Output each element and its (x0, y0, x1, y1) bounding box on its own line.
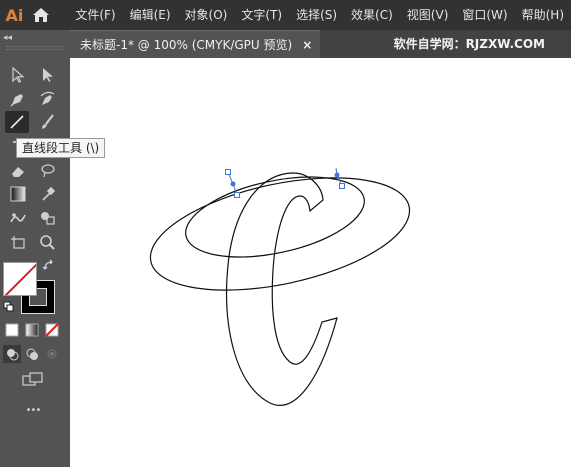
fill-swatch[interactable] (3, 262, 37, 296)
anchor-point-right-mid (334, 172, 340, 178)
direct-selection-tool[interactable] (36, 64, 60, 86)
main-menu: 文件(F) 编辑(E) 对象(O) 文字(T) 选择(S) 效果(C) 视图(V… (68, 0, 571, 30)
curvature-tool[interactable] (36, 88, 60, 110)
artboard-tool[interactable] (6, 231, 30, 253)
zoom-tool[interactable] (36, 231, 60, 253)
gradient-mode-button[interactable] (23, 321, 41, 339)
menu-select[interactable]: 选择(S) (289, 0, 344, 30)
menu-bar: Ai 文件(F) 编辑(E) 对象(O) 文字(T) 选择(S) 效果(C) 视… (0, 0, 571, 30)
selection-tool[interactable] (6, 64, 30, 86)
home-button[interactable] (31, 3, 50, 27)
panel-grip[interactable] (6, 46, 64, 50)
draw-behind-icon (26, 348, 38, 360)
eraser-icon (12, 167, 24, 177)
edit-toolbar-button[interactable]: ••• (20, 402, 46, 418)
draw-normal-icon (7, 349, 19, 361)
app-logo: Ai (5, 5, 24, 25)
menu-view[interactable]: 视图(V) (400, 0, 456, 30)
anchor-point-left-mid (230, 181, 236, 187)
color-mode-button[interactable] (3, 321, 21, 339)
menu-effect[interactable]: 效果(C) (344, 0, 400, 30)
menu-help[interactable]: 帮助(H) (515, 0, 571, 30)
line-segment-icon (10, 115, 24, 129)
collapse-panel-button[interactable]: ◂◂ (0, 30, 70, 46)
eyedropper-icon (42, 186, 56, 201)
color-square-icon (5, 323, 19, 337)
document-tab-bar: 未标题-1* @ 100% (CMYK/GPU 预览) × 软件自学网：RJZX… (70, 30, 571, 58)
swap-arrows-icon (42, 259, 53, 270)
outer-ellipse-path (149, 177, 411, 291)
illustrator-window: Ai 文件(F) 编辑(E) 对象(O) 文字(T) 选择(S) 效果(C) 视… (0, 0, 571, 467)
eyedropper-tool[interactable] (36, 183, 60, 205)
screen-mode-icon (22, 372, 43, 386)
draw-behind-button[interactable] (23, 345, 41, 363)
lasso-icon (41, 164, 55, 178)
artboard-canvas[interactable] (70, 58, 571, 467)
gradient-square-icon (25, 323, 39, 337)
default-colors-icon (3, 301, 14, 312)
pen-icon (10, 94, 23, 107)
line-segment-tool[interactable] (5, 111, 29, 133)
anchor-point-right-bottom (339, 183, 345, 189)
selection-arrow-outline-icon (12, 66, 25, 83)
puppet-warp-tool[interactable] (6, 207, 30, 229)
menu-object[interactable]: 对象(O) (178, 0, 235, 30)
draw-inside-button[interactable] (43, 345, 61, 363)
swap-fill-stroke-button[interactable] (40, 257, 58, 275)
document-tab[interactable]: 未标题-1* @ 100% (CMYK/GPU 预览) × (70, 30, 321, 58)
close-tab-button[interactable]: × (302, 38, 312, 52)
eraser-tool[interactable] (6, 160, 30, 182)
anchor-point-left-bottom (234, 192, 240, 198)
watermark-text: 软件自学网：RJZXW.COM (393, 37, 545, 51)
none-fill-icon (4, 263, 36, 295)
lasso-tool[interactable] (36, 160, 60, 182)
direct-selection-arrow-icon (43, 68, 53, 82)
document-tab-label: 未标题-1* @ 100% (CMYK/GPU 预览) (80, 38, 293, 52)
menu-file[interactable]: 文件(F) (68, 0, 122, 30)
artwork (149, 167, 411, 406)
home-icon (32, 8, 49, 22)
tool-tooltip: 直线段工具 (\) (16, 138, 106, 158)
menu-edit[interactable]: 编辑(E) (123, 0, 178, 30)
artboard-icon (11, 236, 25, 249)
gradient-icon (10, 186, 26, 202)
paintbrush-tool[interactable] (36, 111, 60, 133)
default-colors-button[interactable] (2, 300, 16, 314)
screen-mode-button[interactable] (20, 369, 46, 389)
pen-tool[interactable] (6, 88, 30, 110)
zoom-icon (40, 235, 55, 250)
draw-inside-icon (47, 349, 57, 359)
curvature-pen-icon (40, 91, 55, 105)
puppet-warp-icon (10, 213, 26, 223)
none-square-icon (45, 323, 59, 337)
draw-normal-button[interactable] (3, 345, 21, 363)
anchor-point-left-top (225, 169, 231, 175)
shape-builder-tool[interactable] (36, 207, 60, 229)
none-mode-button[interactable] (43, 321, 61, 339)
shape-builder-icon (41, 212, 55, 225)
gradient-tool[interactable] (6, 183, 30, 205)
menu-window[interactable]: 窗口(W) (455, 0, 514, 30)
inner-ellipse-path (185, 176, 365, 258)
paintbrush-icon (42, 114, 54, 129)
menu-type[interactable]: 文字(T) (234, 0, 289, 30)
